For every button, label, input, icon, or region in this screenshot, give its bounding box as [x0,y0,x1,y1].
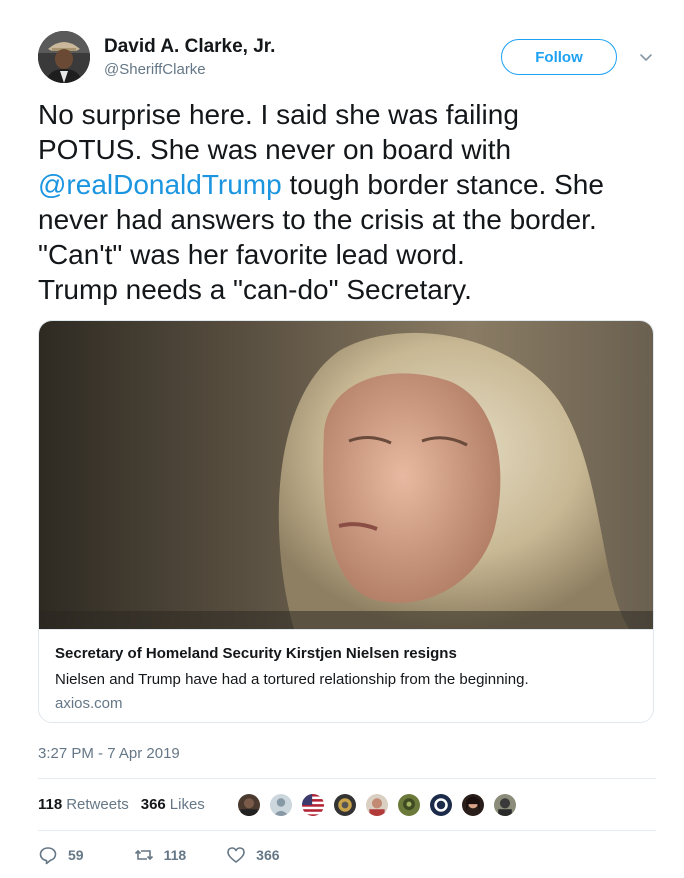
tweet-actions: 59 118 366 [38,843,280,867]
divider [38,778,656,779]
like-button[interactable]: 366 [226,845,280,865]
tweet-text: No surprise here. I said she was failing… [38,97,658,307]
tweet-header: David A. Clarke, Jr. @SheriffClarke Foll… [38,31,658,91]
card-body: Secretary of Homeland Security Kirstjen … [39,629,653,722]
tweet-line: POTUS. She was never on board with [38,134,512,165]
like-action-count: 366 [256,847,280,863]
tweet-line: never had answers to the crisis at the b… [38,204,597,235]
retweet-label[interactable]: Retweets [66,796,129,813]
avatar[interactable] [396,792,422,818]
like-count[interactable]: 366 [141,796,166,813]
chevron-down-icon[interactable] [638,49,654,65]
tweet-line-tail: tough border stance. She [281,169,604,200]
liker-avatars [236,792,524,818]
like-label[interactable]: Likes [170,796,205,813]
card-description: Nielsen and Trump have had a tortured re… [55,671,529,688]
follow-button[interactable]: Follow [501,39,617,75]
tweet-line: No surprise here. I said she was failing [38,99,519,130]
card-image[interactable] [39,321,654,629]
name-block: David A. Clarke, Jr. @SheriffClarke [104,35,275,80]
avatar[interactable] [236,792,262,818]
card-title[interactable]: Secretary of Homeland Security Kirstjen … [55,644,639,664]
retweet-action-count: 118 [163,847,187,863]
card-domain: axios.com [55,695,123,712]
avatar[interactable] [364,792,390,818]
retweet-icon [134,849,153,861]
retweet-count[interactable]: 118 [38,796,62,813]
reply-count: 59 [68,847,84,863]
display-name[interactable]: David A. Clarke, Jr. [104,35,275,59]
heart-icon [227,847,245,863]
tweet-line: @realDonaldTrump tough border stance. Sh… [38,167,658,202]
reply-button[interactable]: 59 [38,845,84,865]
tweet-stats: 118 Retweets 366 Likes [38,788,205,820]
avatar[interactable] [300,792,326,818]
retweet-button[interactable]: 118 [134,845,187,865]
reply-icon [39,847,57,865]
mention-link[interactable]: @realDonaldTrump [38,169,282,200]
avatar[interactable] [492,792,518,818]
avatar[interactable] [460,792,486,818]
tweet-timestamp[interactable]: 3:27 PM - 7 Apr 2019 [38,745,180,762]
avatar[interactable] [428,792,454,818]
divider [38,830,656,831]
avatar[interactable] [38,31,90,83]
tweet-line: Trump needs a "can-do" Secretary. [38,274,472,305]
link-card[interactable]: Secretary of Homeland Security Kirstjen … [38,320,654,723]
tweet-line: "Can't" was her favorite lead word. [38,239,465,270]
avatar[interactable] [268,792,294,818]
avatar[interactable] [332,792,358,818]
user-handle[interactable]: @SheriffClarke [104,60,275,80]
